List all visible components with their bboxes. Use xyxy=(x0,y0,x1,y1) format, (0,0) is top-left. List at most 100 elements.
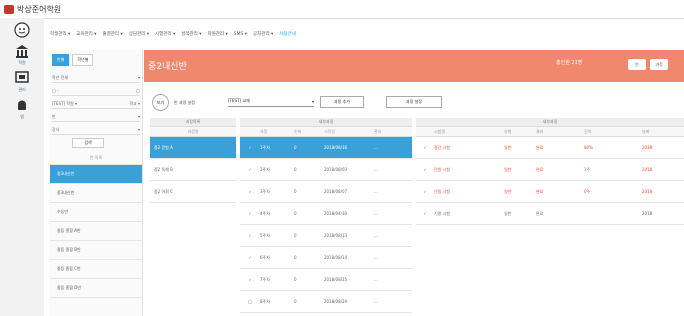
list-header: 반 목록 xyxy=(50,152,142,165)
cell: 일반 xyxy=(504,144,512,150)
cell: 일반 xyxy=(504,210,512,216)
filter-row[interactable]: [TEST] 학원 ▾ 학교 ▾ xyxy=(52,99,140,109)
row-checkbox[interactable]: ✓ xyxy=(416,167,434,172)
menu-item[interactable]: 성적관리 ▾ xyxy=(181,31,201,37)
filter-value: ▾ xyxy=(137,75,140,80)
nav-item-profile[interactable] xyxy=(0,22,44,39)
table-row[interactable]: ✓ 2주차 0 2018/08/03 ... xyxy=(240,159,412,181)
cell: 2주차 xyxy=(260,166,270,172)
table-row[interactable]: ✓ 6주차 0 2018/08/14 ... xyxy=(240,247,412,269)
row-checkbox[interactable]: ✓ xyxy=(240,211,260,216)
filter-row[interactable]: 학년 전체 ▾ xyxy=(52,73,140,83)
list-item[interactable]: 중등 종합 C반 xyxy=(50,260,142,279)
bank-icon xyxy=(16,45,28,58)
nav-label: 관리 xyxy=(18,87,26,92)
cell: 1주차 xyxy=(260,144,270,150)
filter-row[interactable]: 강사 ▾ xyxy=(52,125,140,135)
row-checkbox[interactable]: ✓ xyxy=(240,167,260,172)
row-checkbox[interactable]: ✓ xyxy=(240,233,260,238)
row-checkbox[interactable]: ✓ xyxy=(240,277,260,282)
row-checkbox[interactable]: □ xyxy=(240,299,260,304)
course-settings-button[interactable]: 과정 설정 xyxy=(386,96,442,108)
column-headers: 시험명 유형 결과 진척 날짜 xyxy=(416,127,684,137)
cell: 단원 시험 xyxy=(434,166,450,172)
cell: 2018 xyxy=(642,189,653,194)
nav-item-academy[interactable]: 학원 xyxy=(0,43,44,66)
menu-item[interactable]: 사용안내 xyxy=(279,31,296,37)
menu-item[interactable]: 교육관리 ▾ xyxy=(76,31,96,37)
list-item[interactable]: 중등 종합 A반 xyxy=(50,222,142,241)
tab-grade[interactable]: 학년별 xyxy=(72,54,94,66)
view-button[interactable]: 보기 xyxy=(152,94,169,111)
list-item[interactable]: 중등 종합 D반 xyxy=(50,279,142,298)
table-row[interactable]: 중2 독해 B xyxy=(150,159,236,181)
menu-item[interactable]: 학원관리 ▾ xyxy=(208,31,228,37)
course-list-table: 과정목록 과정명 중2 문법 A 중2 독해 B 중2 어휘 C xyxy=(150,118,236,316)
cell: 2018/08/29 xyxy=(324,299,348,304)
row-action-button[interactable]: ... xyxy=(374,255,404,260)
table-row[interactable]: ✓ 중간 시험 일반 완료 80% 2018 xyxy=(416,137,684,159)
list-item[interactable]: 중3내신반 xyxy=(50,184,142,203)
filter-label: 반 xyxy=(52,113,56,119)
tab-class[interactable]: 반별 xyxy=(52,54,70,66)
exam-table: 세부과정 시험명 유형 결과 진척 날짜 ✓ 중간 시험 일반 완료 80% 2… xyxy=(416,118,684,316)
row-checkbox[interactable]: ✓ xyxy=(240,145,260,150)
textbook-select[interactable]: [TEST] 교재 ▾ xyxy=(228,96,314,107)
header-button-2[interactable]: 과정 xyxy=(650,59,668,70)
table-row[interactable]: 중2 문법 A xyxy=(150,137,236,159)
filter-label: 학년 전체 xyxy=(52,74,68,80)
nav-item-manage[interactable]: 관리 xyxy=(0,70,44,93)
cell: 2018/08/07 xyxy=(324,189,348,194)
filter-row[interactable]: □ - □ xyxy=(52,86,140,96)
row-action-button[interactable]: ... xyxy=(374,277,404,282)
list-item[interactable]: 중3내신반 xyxy=(50,165,142,184)
table-row[interactable]: ✓ 기말 시험 일반 완료 2018 xyxy=(416,203,684,225)
menu-item[interactable]: 시험관리 ▾ xyxy=(155,31,175,37)
row-checkbox[interactable]: ✓ xyxy=(416,189,434,194)
search-button[interactable]: 검색 xyxy=(72,138,104,148)
menu-item[interactable]: 출결관리 ▾ xyxy=(103,31,123,37)
column-header: 유형 xyxy=(504,128,512,134)
header-button-1[interactable]: 반 xyxy=(628,59,646,70)
cell: 0 xyxy=(294,211,297,216)
row-action-button[interactable]: ... xyxy=(374,299,404,304)
row-checkbox[interactable]: ✓ xyxy=(416,145,434,150)
menu-item[interactable]: 상담관리 ▾ xyxy=(129,31,149,37)
column-header: 관리 xyxy=(374,128,382,134)
row-action-button[interactable]: ... xyxy=(374,233,404,238)
table-row[interactable]: ✓ 단원 시험 일반 완료 0주 2018 xyxy=(416,181,684,203)
cell: 2018/08/14 xyxy=(324,255,348,260)
list-item[interactable]: 중등 종합 B반 xyxy=(50,241,142,260)
row-action-button[interactable]: ... xyxy=(374,189,404,194)
column-header: 시작일 xyxy=(324,128,336,134)
row-action-button[interactable]: ... xyxy=(374,145,404,150)
menu-item[interactable]: 공지관리 ▾ xyxy=(253,31,273,37)
cell: 3주차 xyxy=(260,188,270,194)
cell: 0 xyxy=(294,255,297,260)
left-nav: 학원 관리 앱 xyxy=(0,18,44,316)
table-row[interactable]: ✓ 7주차 0 2018/08/25 ... xyxy=(240,269,412,291)
list-item[interactable]: 수능반 xyxy=(50,203,142,222)
table-row[interactable]: ✓ 단원 시험 일반 완료 1주 2018 xyxy=(416,159,684,181)
row-action-button[interactable]: ... xyxy=(374,167,404,172)
row-checkbox[interactable]: ✓ xyxy=(416,211,434,216)
row-action-button[interactable]: ... xyxy=(374,211,404,216)
table-row[interactable]: 중2 어휘 C xyxy=(150,181,236,203)
nav-item-app[interactable]: 앱 xyxy=(0,97,44,120)
nav-label: 앱 xyxy=(20,114,24,119)
header-hint: 총인원 21명 xyxy=(556,60,583,66)
menu-item[interactable]: SMS ▾ xyxy=(234,32,247,37)
cell: 중간 시험 xyxy=(434,144,450,150)
cell: 완료 xyxy=(536,144,544,150)
table-row[interactable]: ✓ 5주차 0 2018/08/13 ... xyxy=(240,225,412,247)
table-row[interactable]: □ 8주차 0 2018/08/29 ... xyxy=(240,291,412,313)
row-checkbox[interactable]: ✓ xyxy=(240,255,260,260)
menu-item[interactable]: 학생관리 ▾ xyxy=(50,31,70,37)
cell: 완료 xyxy=(536,210,544,216)
row-checkbox[interactable]: ✓ xyxy=(240,189,260,194)
table-row[interactable]: ✓ 3주차 0 2018/08/07 ... xyxy=(240,181,412,203)
table-row[interactable]: ✓ 4주차 0 2018/04/30 ... xyxy=(240,203,412,225)
filter-row[interactable]: 반 ▾ xyxy=(52,112,140,122)
table-row[interactable]: ✓ 1주차 0 2018/08/16 ... xyxy=(240,137,412,159)
add-course-button[interactable]: 과정 추가 xyxy=(320,96,364,108)
